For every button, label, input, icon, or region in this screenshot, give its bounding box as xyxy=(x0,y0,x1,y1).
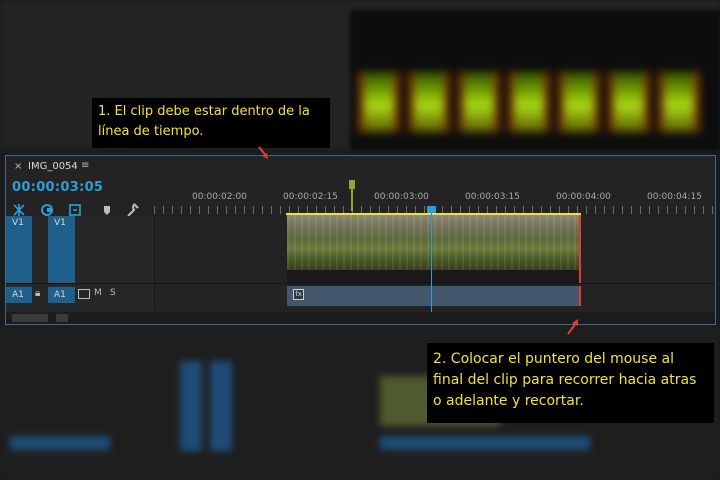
track-headers: V1 V1 A1 🔒︎ A1 M S xyxy=(6,216,154,311)
target-v1-label: V1 xyxy=(54,218,66,228)
target-a1-label: A1 xyxy=(54,290,66,300)
lock-icon[interactable]: 🔒︎ xyxy=(35,288,40,299)
ruler-label: 00:00:03:15 xyxy=(465,192,520,202)
timeline-scrollbar[interactable] xyxy=(6,312,715,324)
source-v1-label: V1 xyxy=(12,218,24,228)
source-a1-label: A1 xyxy=(12,290,24,300)
audio-clip[interactable]: fx xyxy=(287,286,581,306)
source-patch-a1[interactable]: A1 xyxy=(6,287,32,303)
playhead-line[interactable] xyxy=(431,212,432,312)
track-target-v1[interactable]: V1 xyxy=(48,216,75,283)
scrollbar-handle[interactable] xyxy=(56,314,68,322)
marker-icon[interactable] xyxy=(100,202,114,216)
playhead-timecode[interactable]: 00:00:03:05 xyxy=(12,180,103,195)
audio-clip-out-point-trim-handle[interactable] xyxy=(579,286,581,306)
video-clip[interactable] xyxy=(287,215,581,283)
ruler-label: 00:00:02:15 xyxy=(283,192,338,202)
ruler-label: 00:00:03:00 xyxy=(374,192,429,202)
menu-icon[interactable]: ≡ xyxy=(81,160,89,171)
callout-step-1: 1. El clip debe estar dentro de la línea… xyxy=(92,98,330,148)
source-patch-v1[interactable]: V1 xyxy=(6,216,32,283)
arrow-icon xyxy=(258,146,268,159)
wrench-icon[interactable] xyxy=(126,202,140,217)
timeline-tab-row: × IMG_0054 ≡ xyxy=(6,156,715,178)
header-divider xyxy=(154,216,155,311)
solo-button[interactable]: S xyxy=(110,288,116,298)
video-clip-out-point-trim-handle[interactable] xyxy=(579,215,581,284)
ruler-label: 00:00:04:00 xyxy=(556,192,611,202)
sync-lock-icon[interactable] xyxy=(78,289,90,299)
sequence-marker[interactable] xyxy=(349,180,355,211)
arrow-icon xyxy=(567,319,578,335)
callout-step-2: 2. Colocar el puntero del mouse al final… xyxy=(427,343,714,423)
sequence-tab-title[interactable]: IMG_0054 xyxy=(28,161,78,172)
program-monitor-blurred xyxy=(350,10,720,150)
linked-selection-icon[interactable] xyxy=(40,202,54,216)
time-ruler-labels: 00:00:02:00 00:00:02:15 00:00:03:00 00:0… xyxy=(154,192,714,204)
ruler-label: 00:00:02:00 xyxy=(192,192,247,202)
ruler-label: 00:00:04:15 xyxy=(647,192,702,202)
close-icon[interactable]: × xyxy=(14,161,22,172)
video-clip-thumbnail xyxy=(287,215,581,270)
snap-icon[interactable] xyxy=(12,202,26,216)
timeline-panel: × IMG_0054 ≡ 00:00:03:05 00:00:02:00 00:… xyxy=(5,155,716,325)
track-target-a1[interactable]: A1 xyxy=(48,287,75,303)
fx-icon: fx xyxy=(293,289,304,300)
add-marker-icon[interactable] xyxy=(68,202,82,216)
track-separator xyxy=(6,283,715,284)
scrollbar-thumb[interactable] xyxy=(12,314,48,322)
mute-button[interactable]: M xyxy=(94,288,102,298)
